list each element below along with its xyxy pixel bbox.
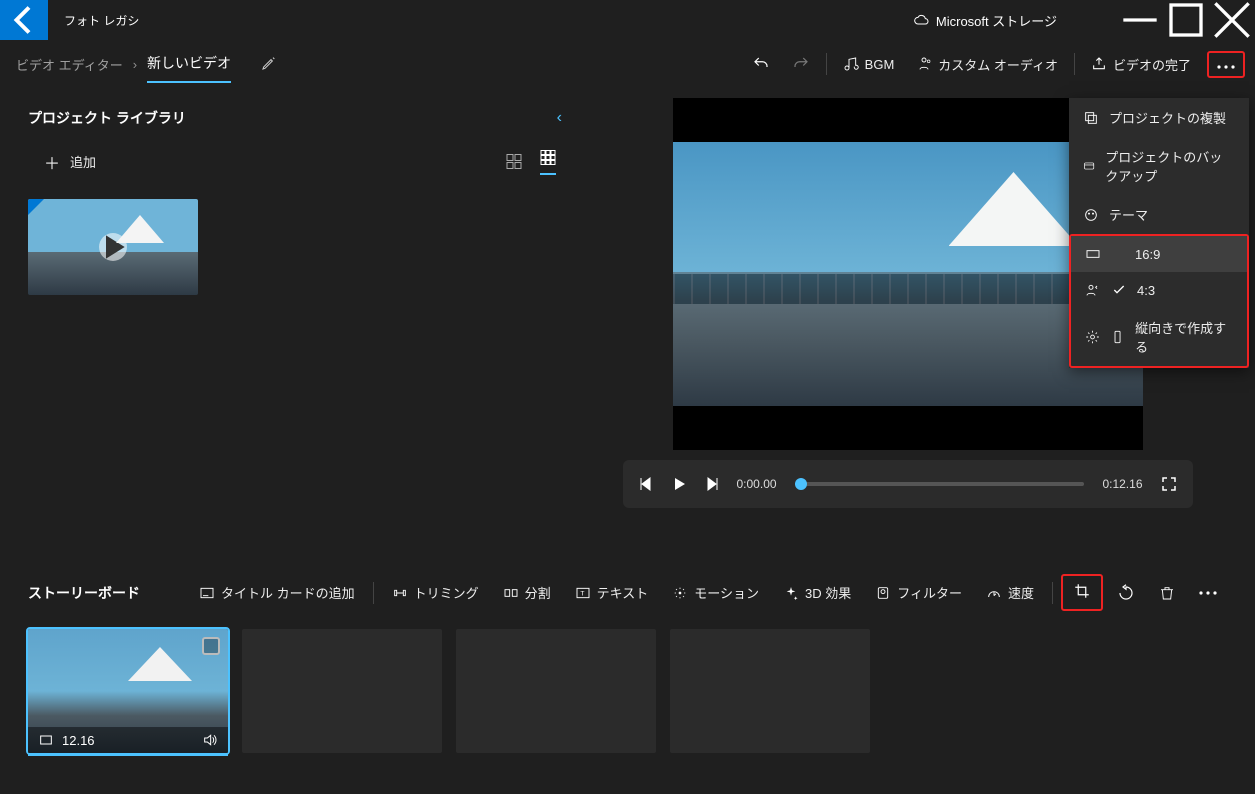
library-thumbnail[interactable] [28, 199, 198, 295]
storyboard-title: ストーリーボード [28, 583, 140, 603]
menu-aspect-4-3[interactable]: 4:3 [1071, 272, 1247, 308]
player-controls: 0:00.00 0:12.16 [623, 460, 1193, 508]
scrubber[interactable] [795, 482, 1085, 486]
minimize-button[interactable] [1117, 0, 1163, 40]
storyboard-more-button[interactable] [1189, 585, 1227, 601]
total-time: 0:12.16 [1102, 477, 1142, 491]
play-overlay-icon [99, 233, 127, 261]
edit-name-button[interactable] [261, 55, 277, 74]
app-title: フォト レガシ [64, 12, 914, 29]
breadcrumb-root[interactable]: ビデオ エディター [16, 55, 123, 74]
text-icon: T [575, 585, 591, 601]
separator [826, 53, 827, 75]
text-button[interactable]: T テキスト [565, 577, 659, 608]
trim-icon [392, 585, 408, 601]
bgm-button[interactable]: BGM [833, 50, 905, 78]
delete-button[interactable] [1149, 578, 1185, 608]
settings-icon [1085, 329, 1100, 345]
back-button[interactable] [0, 0, 48, 40]
window-controls [1117, 0, 1255, 40]
audio-icon [916, 56, 932, 72]
collapse-button[interactable]: ‹ [557, 109, 562, 127]
storage-link[interactable]: Microsoft ストレージ [914, 11, 1057, 30]
svg-text:T: T [580, 590, 584, 597]
rotate-button[interactable] [1107, 578, 1145, 608]
breadcrumb: ビデオ エディター › 新しいビデオ [16, 45, 277, 83]
menu-aspect-16-9[interactable]: 16:9 [1071, 236, 1247, 272]
main-area: プロジェクト ライブラリ ‹ ＋ 追加 [0, 88, 1255, 558]
chevron-right-icon: › [133, 57, 137, 72]
prev-frame-button[interactable] [639, 477, 653, 491]
current-time: 0:00.00 [737, 477, 777, 491]
command-bar: ビデオ エディター › 新しいビデオ BGM カスタム オーディオ ビデオの完了 [0, 40, 1255, 88]
grid-large-icon[interactable] [540, 148, 556, 175]
title-card-icon [199, 585, 215, 601]
clip-selected[interactable]: 12.16 [28, 629, 228, 753]
motion-button[interactable]: モーション [662, 577, 769, 608]
aspect-icon [1085, 246, 1101, 262]
next-frame-button[interactable] [705, 477, 719, 491]
maximize-button[interactable] [1163, 0, 1209, 40]
plus-icon: ＋ [44, 150, 60, 174]
storyboard-panel: ストーリーボード タイトル カードの追加 トリミング 分割 T テキスト モーシ… [0, 558, 1255, 753]
menu-duplicate[interactable]: プロジェクトの複製 [1069, 98, 1249, 137]
clip-placeholder[interactable] [670, 629, 870, 753]
close-button[interactable] [1209, 0, 1255, 40]
sparkle-icon [783, 585, 799, 601]
3d-effects-button[interactable]: 3D 効果 [773, 577, 861, 608]
split-icon [503, 585, 519, 601]
clip-checkbox[interactable] [202, 637, 220, 655]
clip-strip: 12.16 [28, 629, 1227, 753]
title-bar: フォト レガシ Microsoft ストレージ [0, 0, 1255, 40]
music-icon [843, 56, 859, 72]
menu-backup[interactable]: プロジェクトのバックアップ [1069, 137, 1249, 195]
storage-label: Microsoft ストレージ [936, 11, 1057, 30]
speaker-icon[interactable] [202, 732, 218, 748]
clip-placeholder[interactable] [242, 629, 442, 753]
menu-theme[interactable]: テーマ [1069, 195, 1249, 234]
export-icon [1091, 56, 1107, 72]
duration-icon [38, 732, 54, 748]
add-title-card-button[interactable]: タイトル カードの追加 [189, 577, 365, 608]
cloud-icon [914, 12, 930, 28]
people-icon [1085, 282, 1101, 298]
finish-video-button[interactable]: ビデオの完了 [1081, 49, 1201, 80]
custom-audio-button[interactable]: カスタム オーディオ [906, 49, 1068, 80]
check-icon [1111, 282, 1127, 298]
separator [1074, 53, 1075, 75]
portrait-icon [1110, 329, 1125, 345]
library-title: プロジェクト ライブラリ [28, 108, 186, 128]
motion-icon [672, 585, 688, 601]
trim-button[interactable]: トリミング [382, 577, 489, 608]
play-button[interactable] [671, 476, 687, 492]
filter-button[interactable]: フィルター [865, 577, 972, 608]
fullscreen-button[interactable] [1161, 476, 1177, 492]
menu-portrait[interactable]: 縦向きで作成する [1071, 308, 1247, 366]
clip-duration: 12.16 [62, 733, 95, 748]
library-panel: プロジェクト ライブラリ ‹ ＋ 追加 [0, 88, 590, 558]
speed-button[interactable]: 速度 [976, 577, 1044, 608]
filter-icon [875, 585, 891, 601]
overflow-menu: プロジェクトの複製 プロジェクトのバックアップ テーマ 16:9 4:3 縦向き… [1069, 98, 1249, 368]
theme-icon [1083, 207, 1099, 223]
add-media-button[interactable]: ＋ 追加 [44, 150, 96, 174]
grid-small-icon[interactable] [506, 148, 522, 175]
used-indicator [28, 199, 44, 215]
undo-button[interactable] [742, 49, 780, 79]
backup-icon [1083, 158, 1095, 174]
more-button[interactable] [1207, 51, 1245, 78]
clip-placeholder[interactable] [456, 629, 656, 753]
aspect-ratio-group: 16:9 4:3 縦向きで作成する [1069, 234, 1249, 368]
redo-button [782, 49, 820, 79]
crop-aspect-button[interactable] [1061, 574, 1103, 611]
duplicate-icon [1083, 110, 1099, 126]
breadcrumb-current[interactable]: 新しいビデオ [147, 53, 231, 83]
speed-icon [986, 585, 1002, 601]
split-button[interactable]: 分割 [493, 577, 561, 608]
